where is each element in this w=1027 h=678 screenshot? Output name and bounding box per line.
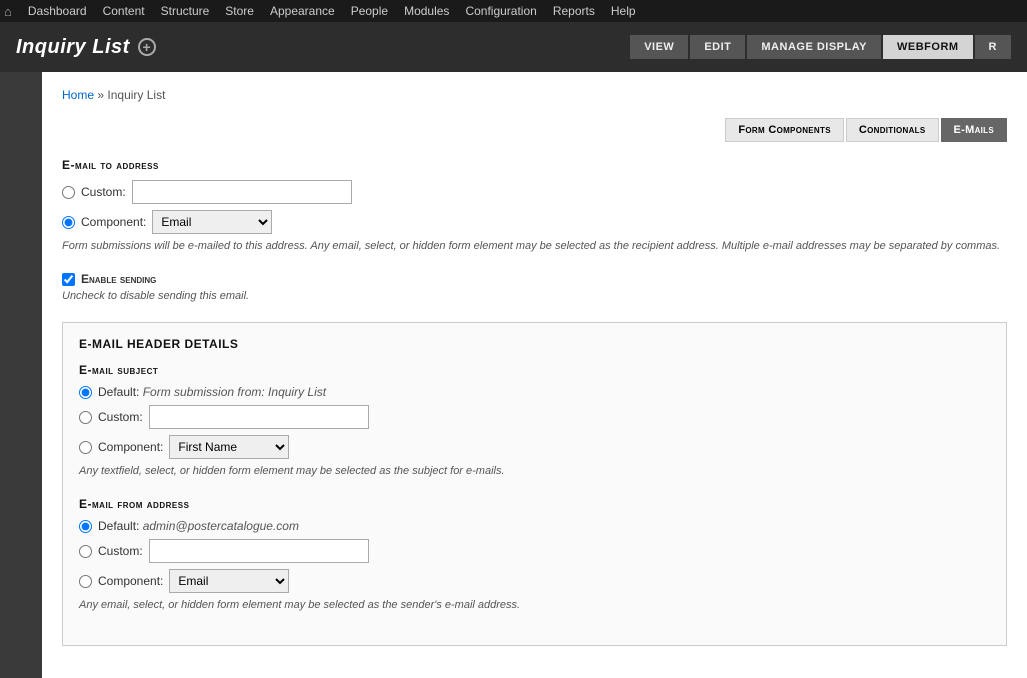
top-nav: ⌂ Dashboard Content Structure Store Appe…	[0, 0, 1027, 22]
from-custom-input[interactable]	[149, 539, 369, 563]
from-component-select[interactable]: Email First Name	[169, 569, 289, 593]
main-content: Home » Inquiry List Form components Cond…	[42, 72, 1027, 678]
email-to-custom-row: Custom:	[62, 180, 1007, 204]
subject-help: Any textfield, select, or hidden form el…	[79, 465, 990, 477]
subject-custom-input[interactable]	[149, 405, 369, 429]
form-components-btn[interactable]: Form components	[725, 118, 843, 142]
email-to-custom-radio[interactable]	[62, 186, 75, 199]
subject-default-radio[interactable]	[79, 386, 92, 399]
email-from-section: E-mail from address Default: admin@poste…	[79, 497, 990, 611]
action-buttons: Form components Conditionals E-mails	[62, 118, 1007, 142]
email-subject-section: E-mail subject Default: Form submission …	[79, 363, 990, 477]
subject-default-row: Default: Form submission from: Inquiry L…	[79, 385, 990, 399]
from-help: Any email, select, or hidden form elemen…	[79, 599, 990, 611]
subject-component-select[interactable]: First Name Last Name Email	[169, 435, 289, 459]
enable-sending-label: Enable sending	[81, 272, 156, 286]
email-to-section: E-mail to address Custom: Component: Ema…	[62, 158, 1007, 252]
email-subject-label: E-mail subject	[79, 363, 990, 377]
email-to-component-select[interactable]: Email First Name Last Name	[152, 210, 272, 234]
email-to-custom-input[interactable]	[132, 180, 352, 204]
enable-sending-section: Enable sending Uncheck to disable sendin…	[62, 272, 1007, 302]
tab-extra[interactable]: R	[975, 35, 1011, 59]
from-component-label: Component:	[98, 574, 163, 588]
nav-reports[interactable]: Reports	[545, 0, 603, 22]
from-default-label: Default: admin@postercatalogue.com	[98, 519, 299, 533]
nav-dashboard[interactable]: Dashboard	[20, 0, 95, 22]
subject-component-row: Component: First Name Last Name Email	[79, 435, 990, 459]
subject-custom-label: Custom:	[98, 410, 143, 424]
home-icon[interactable]: ⌂	[4, 4, 12, 19]
nav-help[interactable]: Help	[603, 0, 644, 22]
email-to-component-radio[interactable]	[62, 216, 75, 229]
breadcrumb: Home » Inquiry List	[62, 88, 1007, 102]
page-header-tabs: View Edit Manage Display Webform R	[630, 35, 1011, 59]
nav-appearance[interactable]: Appearance	[262, 0, 343, 22]
email-to-component-label: Component:	[81, 215, 146, 229]
subject-custom-radio[interactable]	[79, 411, 92, 424]
subject-default-value: Form submission from: Inquiry List	[143, 385, 326, 399]
subject-default-label: Default: Form submission from: Inquiry L…	[98, 385, 326, 399]
email-to-component-row: Component: Email First Name Last Name	[62, 210, 1007, 234]
breadcrumb-separator: »	[97, 88, 104, 102]
from-component-row: Component: Email First Name	[79, 569, 990, 593]
nav-people[interactable]: People	[343, 0, 396, 22]
email-to-help: Form submissions will be e-mailed to thi…	[62, 240, 1007, 252]
tab-view[interactable]: View	[630, 35, 688, 59]
sidebar	[0, 72, 42, 678]
enable-sending-row: Enable sending	[62, 272, 1007, 286]
page-title: Inquiry List +	[16, 36, 156, 59]
subject-component-radio[interactable]	[79, 441, 92, 454]
breadcrumb-home[interactable]: Home	[62, 88, 94, 102]
from-default-value: admin@postercatalogue.com	[143, 519, 299, 533]
nav-configuration[interactable]: Configuration	[457, 0, 544, 22]
subject-custom-row: Custom:	[79, 405, 990, 429]
email-header-title: E-mail Header Details	[79, 337, 990, 351]
tab-manage-display[interactable]: Manage Display	[747, 35, 881, 59]
subject-component-label: Component:	[98, 440, 163, 454]
nav-structure[interactable]: Structure	[153, 0, 218, 22]
email-to-custom-label: Custom:	[81, 185, 126, 199]
email-from-label: E-mail from address	[79, 497, 990, 511]
nav-modules[interactable]: Modules	[396, 0, 457, 22]
enable-sending-checkbox[interactable]	[62, 273, 75, 286]
email-to-label: E-mail to address	[62, 158, 1007, 172]
from-custom-label: Custom:	[98, 544, 143, 558]
from-default-row: Default: admin@postercatalogue.com	[79, 519, 990, 533]
tab-webform[interactable]: Webform	[883, 35, 973, 59]
content-area: Home » Inquiry List Form components Cond…	[0, 72, 1027, 678]
from-component-radio[interactable]	[79, 575, 92, 588]
breadcrumb-current: Inquiry List	[107, 88, 165, 102]
from-default-radio[interactable]	[79, 520, 92, 533]
conditionals-btn[interactable]: Conditionals	[846, 118, 939, 142]
enable-sending-help: Uncheck to disable sending this email.	[62, 290, 1007, 302]
from-custom-row: Custom:	[79, 539, 990, 563]
page-header: Inquiry List + View Edit Manage Display …	[0, 22, 1027, 72]
tab-edit[interactable]: Edit	[690, 35, 745, 59]
add-icon[interactable]: +	[138, 38, 156, 56]
nav-content[interactable]: Content	[95, 0, 153, 22]
nav-store[interactable]: Store	[217, 0, 262, 22]
email-header-card: E-mail Header Details E-mail subject Def…	[62, 322, 1007, 646]
emails-btn[interactable]: E-mails	[941, 118, 1008, 142]
from-custom-radio[interactable]	[79, 545, 92, 558]
